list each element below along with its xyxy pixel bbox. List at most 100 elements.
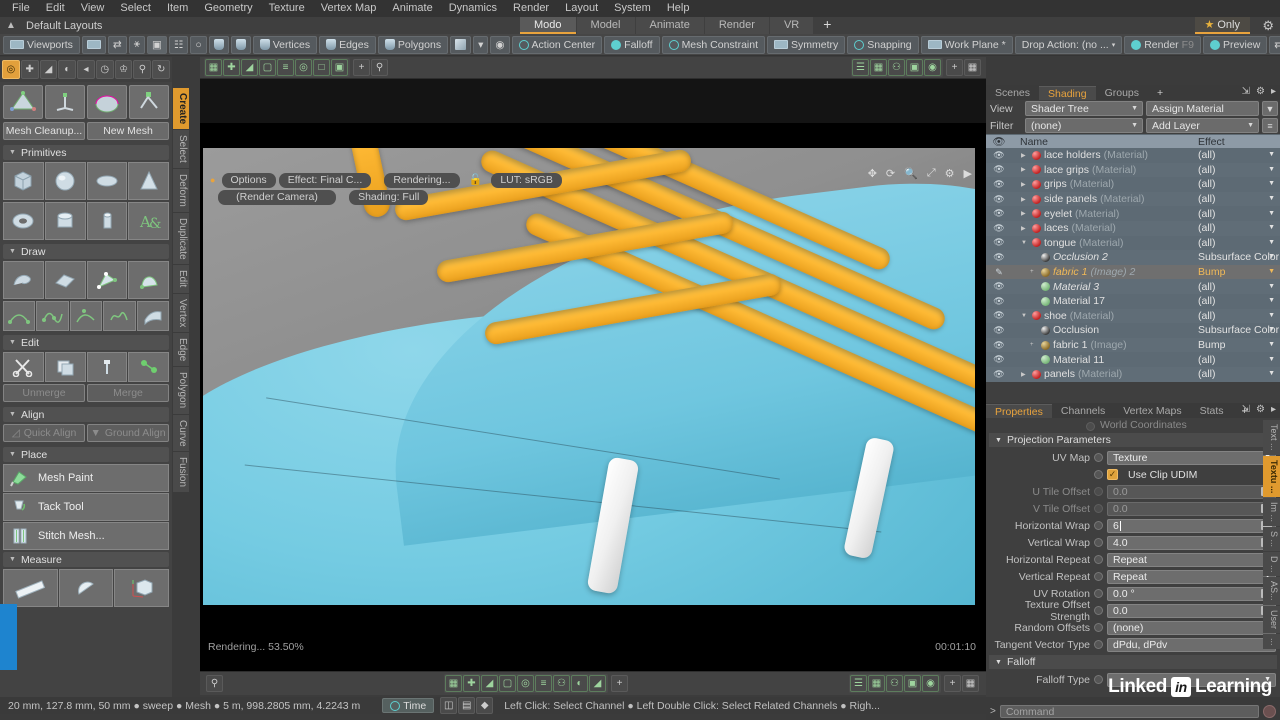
- add-tool-icon[interactable]: +: [611, 675, 628, 692]
- add-layer-dropdown[interactable]: Add Layer ▼: [1146, 118, 1259, 133]
- copy-icon[interactable]: [44, 352, 86, 382]
- rotate-icon[interactable]: ⟳: [886, 167, 895, 180]
- shader-tree-row-effect[interactable]: (all) ▼: [1192, 193, 1280, 205]
- tool-tab-create[interactable]: Create: [173, 88, 189, 130]
- flip-icon[interactable]: ⇄: [107, 35, 127, 54]
- section-falloff[interactable]: ▼ Falloff: [989, 655, 1277, 669]
- cube-primitive-icon[interactable]: [3, 162, 44, 200]
- shader-tree-row-effect[interactable]: (all) ▼: [1192, 149, 1280, 161]
- edit-pencil-icon[interactable]: ✎: [986, 267, 1012, 278]
- tab-groups[interactable]: Groups: [1096, 86, 1148, 100]
- property-dropdown[interactable]: Repeat▼: [1107, 569, 1276, 584]
- layers-icon[interactable]: ≡: [277, 59, 294, 76]
- deform-icon[interactable]: ◐: [571, 675, 588, 692]
- section-primitives[interactable]: ▼ Primitives: [3, 145, 169, 160]
- play-icon[interactable]: ▶: [964, 167, 972, 180]
- falloff-type-indicator[interactable]: [1094, 675, 1103, 684]
- shader-tree-row[interactable]: 👁 ▶ laces (Material) (all) ▼: [986, 220, 1280, 236]
- effect-chip[interactable]: Effect: Final C...: [278, 173, 372, 188]
- polygons-button[interactable]: Polygons: [377, 35, 449, 54]
- disclosure-triangle-icon[interactable]: ▶: [1021, 166, 1029, 173]
- shader-tree-row-effect[interactable]: (all) ▼: [1192, 237, 1280, 249]
- item-mode-icon[interactable]: ▦: [445, 675, 462, 692]
- shader-tree-row[interactable]: 👁 + fabric 1 (Image) Bump ▼: [986, 337, 1280, 353]
- move-icon[interactable]: ✚: [20, 60, 39, 79]
- layout-tab-render[interactable]: Render: [704, 17, 769, 34]
- stamp-icon[interactable]: ♔: [114, 60, 133, 79]
- shader-tree-row[interactable]: 👁 ▼ tongue (Material) (all) ▼: [986, 235, 1280, 251]
- shader-tree-row-effect[interactable]: (all) ▼: [1192, 368, 1280, 380]
- shader-tree-row[interactable]: 👁 ▼ shoe (Material) (all) ▼: [986, 308, 1280, 324]
- sculpt-draw-icon[interactable]: [3, 261, 44, 299]
- time-button[interactable]: Time: [382, 698, 435, 713]
- tube-primitive-icon[interactable]: [86, 202, 128, 240]
- person-icon[interactable]: ⚹: [128, 35, 146, 54]
- section-place[interactable]: ▼ Place: [3, 447, 169, 462]
- shader-tree-row[interactable]: 👁 ▶ eyelet (Material) (all) ▼: [986, 206, 1280, 221]
- property-indicator[interactable]: [1094, 606, 1103, 615]
- image-icon[interactable]: ▣: [904, 675, 921, 692]
- property-indicator[interactable]: [1094, 487, 1103, 496]
- menu-item-help[interactable]: Help: [659, 0, 698, 17]
- transform-icon[interactable]: ◎: [2, 60, 20, 79]
- unlock-icon[interactable]: 🔓: [469, 174, 483, 186]
- selection-box-icon[interactable]: □: [313, 59, 330, 76]
- drop-action-dropdown[interactable]: Drop Action: (no ... ▾: [1014, 35, 1123, 54]
- polygon-draw-icon[interactable]: [86, 261, 128, 299]
- shader-tree-icon[interactable]: ▦: [870, 59, 887, 76]
- property-dropdown[interactable]: Repeat▼: [1107, 552, 1276, 567]
- gear-icon[interactable]: ⚙: [1256, 404, 1265, 415]
- camera-icon[interactable]: ▢: [499, 675, 516, 692]
- shader-tree-row[interactable]: 👁 Occlusion 2 Subsurface Color ▼: [986, 250, 1280, 265]
- section-align[interactable]: ▼ Align: [3, 407, 169, 422]
- eye-icon[interactable]: 👁: [986, 281, 1012, 292]
- add-panel-icon[interactable]: +: [946, 59, 963, 76]
- graph-icon[interactable]: ⚇: [886, 675, 903, 692]
- bezier-curve-icon[interactable]: [36, 301, 69, 331]
- prop-tab-s[interactable]: S ...: [1263, 526, 1280, 551]
- scale-mode-icon[interactable]: ◢: [241, 59, 258, 76]
- layout-tab-vr[interactable]: VR: [769, 17, 814, 34]
- target-icon[interactable]: ◎: [295, 59, 312, 76]
- eye-icon[interactable]: 👁: [986, 237, 1012, 248]
- options-chip[interactable]: Options: [221, 173, 276, 188]
- shader-tree-row[interactable]: 👁 ▶ panels (Material) (all) ▼: [986, 366, 1280, 382]
- layout-tab-model[interactable]: Model: [576, 17, 635, 34]
- curve-icon[interactable]: [3, 301, 36, 331]
- disclosure-triangle-icon[interactable]: ▼: [1021, 240, 1029, 246]
- menu-item-select[interactable]: Select: [112, 0, 159, 17]
- command-input[interactable]: Command: [999, 705, 1259, 718]
- fit-icon[interactable]: ⤢: [927, 167, 936, 180]
- pan-icon[interactable]: ✥: [868, 167, 877, 180]
- snapshot-icon[interactable]: ◫: [440, 697, 458, 714]
- command-record-button[interactable]: [1263, 705, 1276, 718]
- shader-tree-row-effect[interactable]: (all) ▼: [1192, 310, 1280, 322]
- region-icon[interactable]: ▣: [331, 59, 348, 76]
- shader-tree-row[interactable]: ✎ + fabric 1 (Image) 2 Bump ▼: [986, 264, 1280, 280]
- shader-tree-row[interactable]: 👁 ▶ lace grips (Material) (all) ▼: [986, 162, 1280, 178]
- tab-scenes[interactable]: Scenes: [986, 86, 1039, 100]
- menu-item-item[interactable]: Item: [159, 0, 196, 17]
- bspline-icon[interactable]: [69, 301, 103, 331]
- menu-item-edit[interactable]: Edit: [38, 0, 73, 17]
- property-indicator[interactable]: [1094, 589, 1103, 598]
- cube2-icon[interactable]: [230, 35, 251, 54]
- move-mode-icon[interactable]: ✚: [463, 675, 480, 692]
- shader-tree-row-effect[interactable]: (all) ▼: [1192, 208, 1280, 220]
- prop-tab-text[interactable]: Text ...: [1263, 420, 1280, 455]
- eye-icon[interactable]: 👁: [986, 310, 1012, 321]
- shader-tree-row-effect[interactable]: (all) ▼: [1192, 354, 1280, 366]
- zoom-icon[interactable]: 🔍: [904, 167, 918, 180]
- layout-preset-icon[interactable]: ▲: [0, 20, 22, 31]
- property-indicator[interactable]: [1094, 453, 1103, 462]
- components-icon[interactable]: ☷: [168, 35, 189, 54]
- property-indicator[interactable]: [1094, 504, 1103, 513]
- sphere-primitive-icon[interactable]: [44, 162, 86, 200]
- shader-tree-row[interactable]: 👁 ▶ grips (Material) (all) ▼: [986, 177, 1280, 192]
- center-mode-icon[interactable]: ◉: [490, 35, 510, 54]
- eye-icon[interactable]: 👁: [986, 179, 1012, 190]
- rendering-chip[interactable]: Rendering...: [384, 173, 460, 188]
- gear-icon[interactable]: ⚙: [945, 167, 955, 180]
- property-value-input[interactable]: 0.0: [1107, 501, 1276, 516]
- property-value-input[interactable]: 0.0: [1107, 484, 1276, 499]
